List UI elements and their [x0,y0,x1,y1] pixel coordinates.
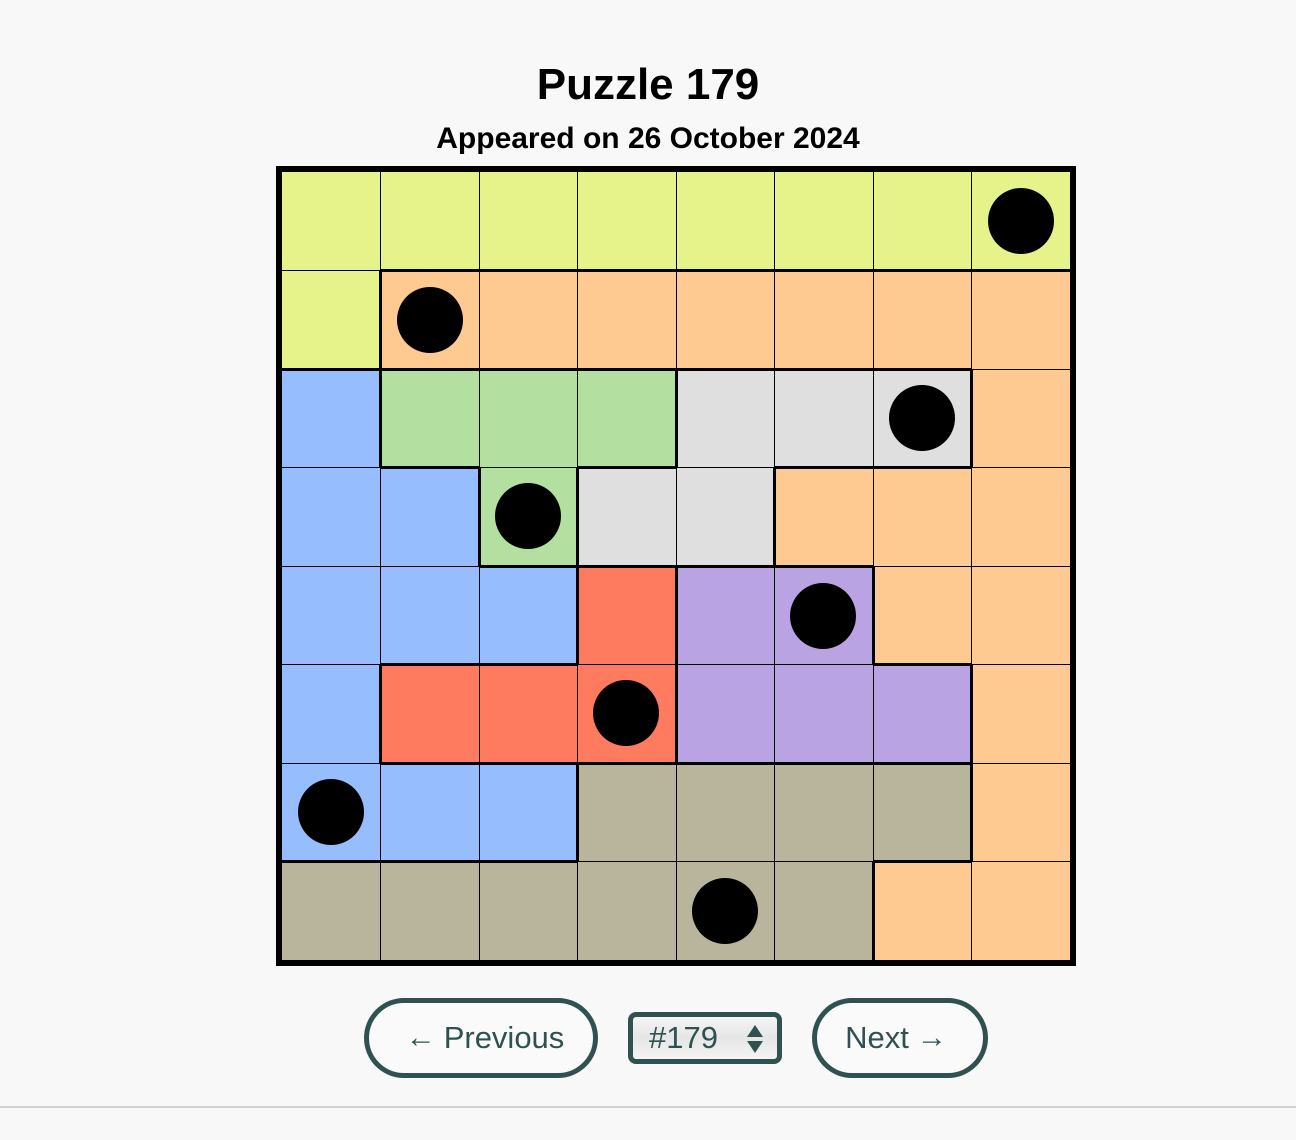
cell-red[interactable] [578,665,675,762]
cell-gray[interactable] [676,468,773,565]
cell-yellow[interactable] [578,172,676,269]
cell-blue[interactable] [282,566,380,664]
cell-yellow[interactable] [775,172,873,269]
puzzle-navigation: ← Previous #179 Next → [0,998,1296,1078]
previous-button[interactable]: ← Previous [364,998,598,1078]
cell-orange[interactable] [972,566,1070,664]
cell-orange[interactable] [874,863,971,960]
cell-yellow[interactable] [282,271,379,368]
cell-orange[interactable] [972,272,1070,369]
cell-purple[interactable] [677,665,774,762]
arrow-right-icon: → [916,1021,947,1054]
cell-taupe[interactable] [873,764,970,860]
cell-taupe[interactable] [775,764,873,861]
cell-orange[interactable] [874,566,971,663]
page-title: Puzzle 179 [536,60,760,109]
queen-marker-icon [495,483,562,550]
cell-blue[interactable] [381,566,479,663]
cell-orange[interactable] [676,272,774,368]
queen-marker-icon [988,187,1054,254]
previous-label: Previous [443,1020,565,1055]
cell-orange[interactable] [973,665,1070,763]
cell-red[interactable] [479,666,577,762]
cell-blue[interactable] [479,567,576,663]
cell-orange[interactable] [873,272,971,368]
puzzle-number-value: #179 [649,1020,718,1055]
puzzle-date: Appeared on 26 October 2024 [436,122,860,155]
cell-taupe[interactable] [676,764,774,861]
cell-orange[interactable] [479,272,577,368]
cell-orange[interactable] [972,862,1070,960]
cell-orange[interactable] [972,468,1070,566]
cell-orange[interactable] [776,469,873,565]
cell-yellow[interactable] [972,172,1070,269]
queen-marker-icon [298,778,364,845]
cell-orange[interactable] [382,272,479,368]
queen-marker-icon [888,385,955,452]
cell-red[interactable] [579,567,675,664]
cell-green[interactable] [578,370,675,466]
cell-gray[interactable] [873,370,970,466]
cell-taupe[interactable] [282,863,380,960]
cell-gray[interactable] [677,370,774,467]
cell-taupe[interactable] [578,862,676,960]
cell-gray[interactable] [775,370,873,466]
cell-taupe[interactable] [775,862,872,960]
arrow-left-icon: ← [405,1021,436,1054]
cell-blue[interactable] [282,763,380,860]
cell-gray[interactable] [579,469,676,565]
cell-yellow[interactable] [873,172,971,269]
cell-purple[interactable] [775,567,872,664]
footer-divider [0,1106,1296,1108]
cell-orange[interactable] [973,369,1070,467]
cell-yellow[interactable] [282,172,380,270]
cell-green[interactable] [479,370,577,467]
cell-yellow[interactable] [381,172,479,269]
cell-red[interactable] [382,666,479,762]
cell-yellow[interactable] [676,172,774,269]
cell-taupe[interactable] [479,863,577,960]
cell-taupe[interactable] [676,862,774,960]
queen-marker-icon [397,286,464,353]
cell-blue[interactable] [381,469,478,566]
cell-blue[interactable] [282,468,380,566]
cell-orange[interactable] [578,272,676,368]
cell-purple[interactable] [775,665,873,762]
queen-marker-icon [593,680,660,747]
cell-orange[interactable] [775,272,873,368]
puzzle-number-select[interactable]: #179 [628,1012,782,1064]
cell-blue[interactable] [282,370,379,467]
page: Puzzle 179 Appeared on 26 October 2024 ←… [0,0,1296,1140]
cell-blue[interactable] [282,665,379,763]
queen-marker-icon [692,878,759,944]
cell-green[interactable] [382,370,479,466]
next-label: Next [845,1020,909,1055]
cell-purple[interactable] [677,567,774,664]
puzzle-board [276,166,1076,966]
cell-taupe[interactable] [381,863,479,960]
select-arrows-icon [747,1024,763,1054]
cell-yellow[interactable] [479,172,577,269]
next-button[interactable]: Next → [812,998,988,1078]
cell-blue[interactable] [381,764,479,860]
cell-taupe[interactable] [579,764,676,861]
cell-green[interactable] [480,468,576,565]
cell-purple[interactable] [873,666,970,762]
cell-orange[interactable] [873,469,971,566]
queen-marker-icon [790,582,857,649]
cell-orange[interactable] [973,763,1070,861]
cell-blue[interactable] [479,764,576,860]
